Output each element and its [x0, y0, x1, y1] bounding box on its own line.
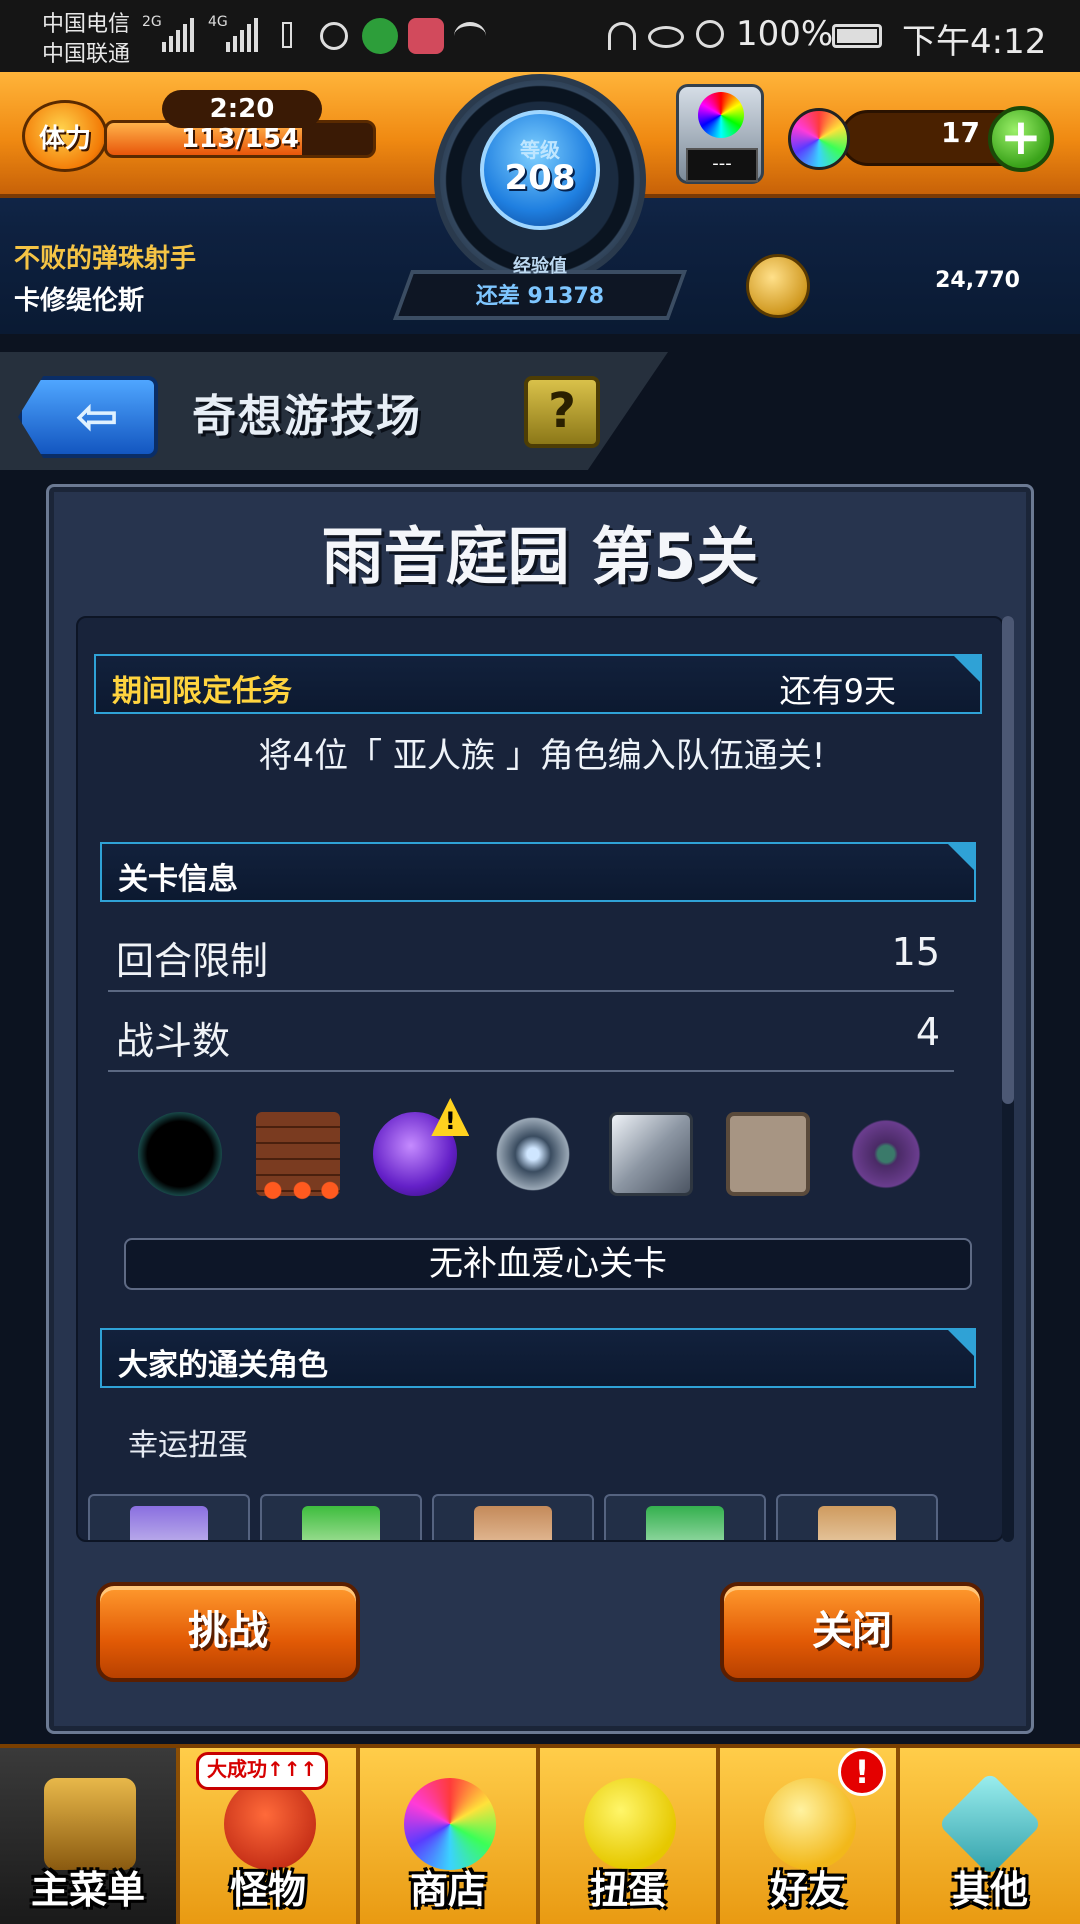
stamina-icon: 体力	[22, 100, 108, 172]
nav-monsters-label: 怪物	[229, 1868, 306, 1912]
clear-characters-title: 大家的通关角色	[118, 1348, 328, 1383]
nav-main-menu-label: 主菜单	[30, 1868, 145, 1912]
character-portrait	[474, 1506, 552, 1540]
app-notification-icon	[362, 18, 398, 54]
gate-icon	[44, 1778, 136, 1870]
time-remaining: 还有9天	[779, 672, 896, 710]
stage-info-title: 关卡信息	[118, 862, 238, 897]
gimmick-list: !	[138, 1098, 928, 1204]
bottom-nav: 主菜单 大成功↑↑↑ 怪物 商店 扭蛋 ! 好友 其他	[0, 1744, 1080, 1924]
clock: 下午4:12	[902, 22, 1047, 62]
limited-mission-header: 期间限定任务 还有9天	[94, 654, 982, 714]
orb-count: 17	[941, 116, 980, 149]
coin-count: 24,770	[935, 268, 1020, 293]
wifi-icon	[454, 22, 486, 50]
status-bar: 中国电信 中国联通 2G 4G 100% 下午4:12	[0, 0, 1080, 72]
add-orbs-button[interactable]: +	[988, 106, 1054, 172]
turn-limit-label: 回合限制	[116, 939, 269, 983]
limited-mission-title: 期间限定任务	[112, 674, 292, 709]
damage-panel-icon[interactable]	[726, 1112, 811, 1196]
egg-icon	[584, 1778, 676, 1870]
signal-icon-2	[226, 18, 258, 52]
nav-other-label: 其他	[951, 1868, 1028, 1912]
nav-shop-label: 商店	[409, 1868, 486, 1912]
stage-info-header: 关卡信息	[100, 842, 976, 902]
great-success-badge: 大成功↑↑↑	[196, 1752, 329, 1790]
network-type-1: 2G	[142, 14, 162, 30]
brick-wall-damage-icon[interactable]	[255, 1112, 340, 1200]
turn-limit-row: 回合限制 15	[108, 914, 954, 992]
player-title: 不败的弹珠射手	[14, 244, 197, 274]
headphones-icon	[608, 22, 636, 50]
nav-gacha-label: 扭蛋	[589, 1868, 666, 1912]
character-card[interactable]	[776, 1494, 938, 1540]
character-card[interactable]	[432, 1494, 594, 1540]
no-heal-notice: 无补血爱心关卡	[124, 1238, 972, 1290]
exp-remaining: 还差 91378	[475, 284, 605, 309]
nav-friends-label: 好友	[769, 1868, 846, 1912]
sim-icon	[282, 22, 292, 48]
eye-icon	[648, 26, 684, 48]
purple-orb-warning-icon[interactable]: !	[373, 1098, 470, 1196]
help-button[interactable]: ?	[524, 376, 600, 448]
mission-text: 将4位「 亚人族 」角色编入队伍通关!	[258, 736, 826, 776]
nav-main-menu[interactable]: 主菜单	[0, 1748, 180, 1924]
battery-icon	[832, 24, 882, 48]
nav-other[interactable]: 其他	[900, 1748, 1080, 1924]
stage-title: 雨音庭园 第5关	[321, 520, 759, 593]
gem-display: ---	[686, 148, 758, 182]
challenge-button[interactable]: 挑战	[96, 1582, 360, 1682]
warning-icon: !	[431, 1098, 470, 1136]
lucky-gacha-label: 幸运扭蛋	[128, 1428, 248, 1463]
player-name: 卡修缇伦斯	[14, 286, 145, 316]
battle-count-label: 战斗数	[116, 1019, 231, 1063]
back-button[interactable]: ⇦	[18, 376, 158, 458]
clear-characters-header: 大家的通关角色	[100, 1328, 976, 1388]
page-title: 奇想游技场	[192, 391, 422, 442]
spike-mine-icon[interactable]	[490, 1112, 575, 1196]
battery-percent: 100%	[736, 14, 834, 54]
character-card[interactable]	[604, 1494, 766, 1540]
level-badge[interactable]: 等级 208	[480, 110, 600, 230]
nav-gacha[interactable]: 扭蛋	[540, 1748, 720, 1924]
black-hole-icon[interactable]	[138, 1112, 222, 1196]
battle-count-row: 战斗数 4	[108, 994, 954, 1072]
nav-monsters[interactable]: 大成功↑↑↑ 怪物	[180, 1748, 360, 1924]
character-card[interactable]	[88, 1494, 250, 1540]
character-portrait	[302, 1506, 380, 1540]
friends-icon	[764, 1778, 856, 1870]
exp-label: 经验值	[513, 256, 567, 277]
friends-alert-icon: !	[838, 1748, 886, 1796]
orb-icon	[788, 108, 850, 170]
scrollbar-thumb[interactable]	[1002, 616, 1014, 1104]
rainbow-ball-icon	[698, 92, 744, 138]
stamina-timer: 2:20	[162, 90, 322, 128]
level-number: 208	[504, 158, 576, 198]
carrier-1: 中国电信	[42, 12, 131, 37]
stamina-value: 113/154	[180, 124, 300, 154]
character-portrait	[130, 1506, 208, 1540]
character-portrait	[646, 1506, 724, 1540]
shop-notification-icon	[408, 18, 444, 54]
close-button[interactable]: 关闭	[720, 1582, 984, 1682]
back-arrow-icon: ⇦	[75, 387, 119, 447]
monster-icon	[224, 1778, 316, 1870]
warp-gate-icon[interactable]	[843, 1112, 928, 1196]
alarm-icon	[696, 20, 724, 48]
coin-icon	[746, 254, 810, 318]
character-list	[88, 1494, 988, 1540]
carrier-2: 中国联通	[42, 42, 131, 67]
stopwatch-icon	[320, 22, 348, 50]
turn-limit-value: 15	[891, 930, 940, 974]
metal-block-icon[interactable]	[608, 1112, 693, 1196]
character-portrait	[818, 1506, 896, 1540]
rainbow-orb-icon	[404, 1778, 496, 1870]
battle-count-value: 4	[915, 1010, 940, 1054]
stage-info-scroll[interactable]: 期间限定任务 还有9天 将4位「 亚人族 」角色编入队伍通关! 关卡信息 回合限…	[76, 616, 1004, 1542]
nav-friends[interactable]: ! 好友	[720, 1748, 900, 1924]
network-type-2: 4G	[208, 14, 228, 30]
character-card[interactable]	[260, 1494, 422, 1540]
signal-icon-1	[162, 18, 194, 52]
nav-shop[interactable]: 商店	[360, 1748, 540, 1924]
